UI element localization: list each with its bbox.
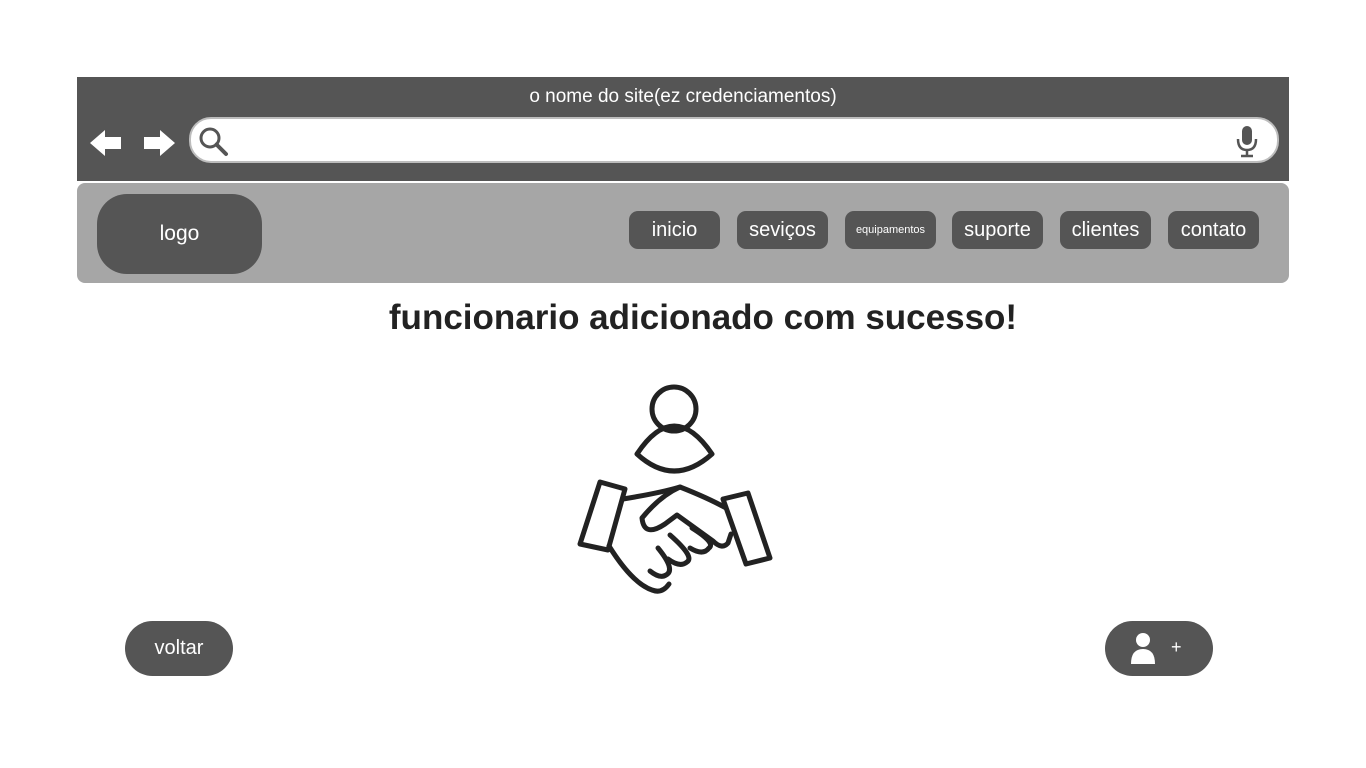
site-title: o nome do site(ez credenciamentos): [529, 86, 837, 107]
logo[interactable]: logo: [97, 194, 262, 274]
menu-item-clientes[interactable]: clientes: [1060, 211, 1151, 249]
search-bar[interactable]: [189, 117, 1279, 163]
menu-item-suporte[interactable]: suporte: [952, 211, 1043, 249]
search-input[interactable]: [233, 123, 1237, 157]
add-user-label: +: [1171, 637, 1182, 657]
search-icon[interactable]: [197, 125, 229, 157]
add-user-button[interactable]: +: [1105, 621, 1213, 676]
menu-item-equipamentos[interactable]: equipamentos: [845, 211, 936, 249]
arrow-left-icon[interactable]: [89, 128, 123, 158]
microphone-icon[interactable]: [1235, 124, 1259, 158]
user-icon: [1131, 633, 1155, 664]
menu-item-contato[interactable]: contato: [1168, 211, 1259, 249]
person-handshake-icon: [577, 384, 773, 594]
arrow-right-icon[interactable]: [142, 128, 176, 158]
back-button[interactable]: voltar: [125, 621, 233, 676]
success-message: funcionario adicionado com sucesso!: [388, 298, 1018, 337]
menu-item-inicio[interactable]: inicio: [629, 211, 720, 249]
menu-item-servicos[interactable]: seviços: [737, 211, 828, 249]
